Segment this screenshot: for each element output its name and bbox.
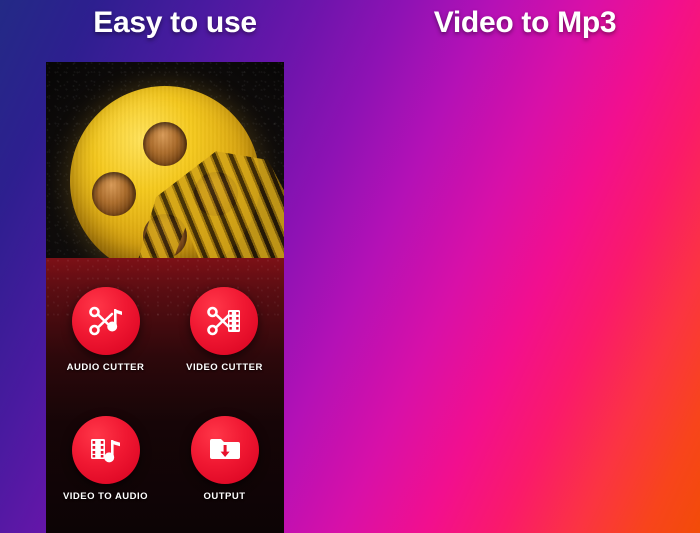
audio-cutter-button[interactable]	[71, 287, 140, 356]
left-promo-panel: Easy to use AUDIO CUTTER VIDEO CUTTER VI…	[0, 0, 350, 533]
right-promo-panel: Video to Mp3	[350, 0, 700, 533]
film-reel-artwork	[46, 62, 284, 258]
tile-output[interactable]: OUTPUT	[190, 415, 259, 502]
tile-video-cutter[interactable]: VIDEO CUTTER	[186, 287, 263, 373]
video-cutter-button[interactable]	[190, 287, 259, 356]
tile-video-to-audio[interactable]: VIDEO TO AUDIO	[62, 415, 149, 502]
right-panel-heading: Video to Mp3	[433, 6, 617, 39]
reel-hole	[92, 172, 136, 216]
tile-label: OUTPUT	[203, 490, 246, 502]
scissors-music-note-icon	[88, 306, 124, 336]
left-panel-heading: Easy to use	[93, 6, 257, 39]
video-to-audio-button[interactable]	[71, 415, 140, 484]
feature-tile-grid: AUDIO CUTTER VIDEO CUTTER VIDEO TO AUDIO…	[46, 266, 284, 523]
tile-audio-cutter[interactable]: AUDIO CUTTER	[67, 287, 145, 373]
filmstrip-music-note-icon	[89, 435, 123, 465]
promo-screenshot-root: Easy to use AUDIO CUTTER VIDEO CUTTER VI…	[0, 0, 700, 533]
left-phone-screen: AUDIO CUTTER VIDEO CUTTER VIDEO TO AUDIO…	[46, 62, 284, 533]
tile-label: VIDEO CUTTER	[186, 362, 263, 374]
tile-label: VIDEO TO AUDIO	[62, 490, 149, 502]
folder-download-icon	[208, 436, 242, 464]
tile-label: AUDIO CUTTER	[66, 362, 145, 374]
scissors-filmstrip-icon	[206, 306, 242, 336]
reel-hole	[143, 122, 187, 166]
output-button[interactable]	[190, 415, 259, 484]
